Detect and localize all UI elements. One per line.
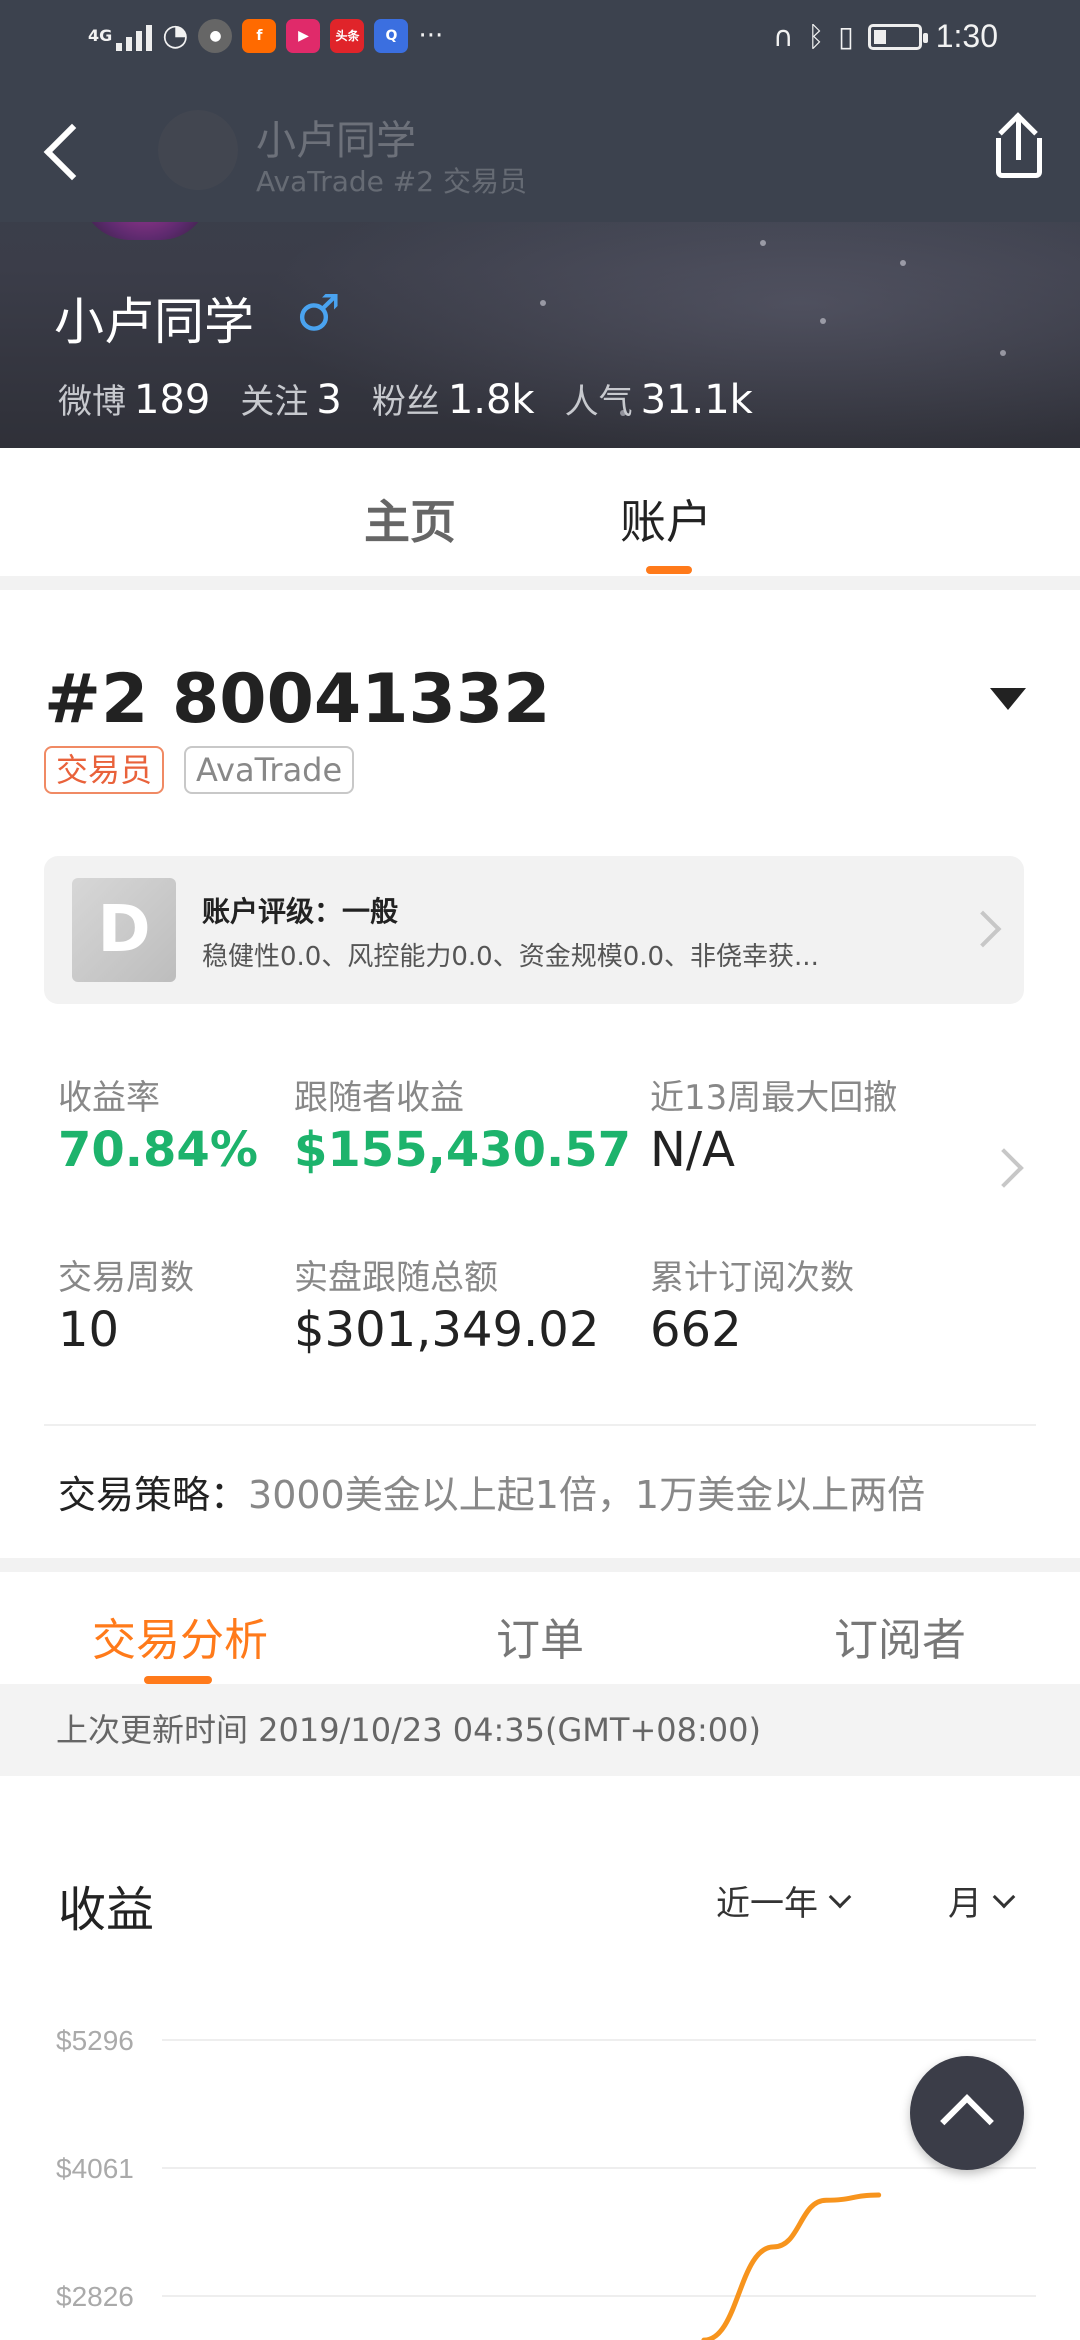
strategy-text: 3000美金以上起1倍，1万美金以上两倍 (248, 1473, 926, 1517)
browser-app-icon: ● (198, 18, 233, 53)
hero-star (900, 260, 906, 266)
metric-label-live-follow-total: 实盘跟随总额 (294, 1258, 498, 1298)
nav-title: 小卢同学 (256, 118, 416, 164)
hero-star (1000, 350, 1006, 356)
stat-value: 3 (316, 377, 342, 423)
role-tag: 交易员 (44, 746, 165, 794)
stat-value: 1.8k (447, 377, 535, 423)
profile-name: 小卢同学 (54, 293, 254, 351)
wifi-icon: ◔ (162, 18, 189, 53)
trading-strategy: 交易策略：3000美金以上起1倍，1万美金以上两倍 (58, 1464, 925, 1519)
tab-account[interactable]: 账户 (620, 486, 712, 552)
nav-avatar (158, 110, 238, 190)
status-right: ∩ ᛒ ▯ 1:30 (773, 18, 998, 55)
strategy-label: 交易策略： (58, 1473, 249, 1517)
broker-tag: AvaTrade (184, 746, 355, 794)
nav-subtitle: AvaTrade #2 交易员 (256, 165, 527, 198)
section-separator (0, 576, 1080, 590)
stat-label: 粉丝 (371, 382, 440, 422)
stat-value: 189 (134, 377, 211, 423)
unit-filter-label: 月 (948, 1884, 982, 1924)
tab-orders[interactable]: 订单 (496, 1604, 584, 1668)
earnings-chart: $5296 $4061 $2826 (56, 2025, 1036, 2340)
signal-icon (116, 21, 153, 51)
rating-description: 稳健性0.0、风控能力0.0、资金规模0.0、非侥幸获... (202, 942, 819, 972)
last-update-bar: 上次更新时间 2019/10/23 04:35(GMT+08:00) (0, 1684, 1080, 1776)
vibrate-icon: ▯ (838, 20, 854, 53)
earnings-series-line (701, 2192, 882, 2340)
hero-star (540, 300, 546, 306)
stat-fans[interactable]: 粉丝 1.8k (372, 374, 535, 423)
active-tab-indicator (144, 1676, 212, 1684)
metric-label-max-drawdown: 近13周最大回撤 (650, 1078, 898, 1118)
y-tick-label: $2826 (56, 2281, 134, 2312)
active-tab-indicator (646, 566, 692, 574)
metric-label-trade-weeks: 交易周数 (58, 1258, 194, 1298)
account-id: #2 80041332 (44, 660, 551, 739)
account-rating-card[interactable]: D 账户评级：一般 稳健性0.0、风控能力0.0、资金规模0.0、非侥幸获... (44, 856, 1024, 1004)
y-tick-label: $4061 (56, 2153, 134, 2184)
stat-label: 微博 (58, 382, 126, 422)
clock: 1:30 (935, 18, 998, 54)
chevron-right-icon[interactable] (984, 1148, 1024, 1188)
headphones-icon: ∩ (772, 20, 794, 53)
top-nav-bar: 4G ◔ ● f ▶ 头条 Q ··· ∩ ᛒ ▯ 1:30 小卢同学 AvaT… (0, 0, 1080, 222)
earnings-title: 收益 (58, 1882, 155, 1938)
stat-following[interactable]: 关注 3 (240, 374, 341, 423)
stat-popularity: 人气 31.1k (565, 374, 753, 423)
chevron-up-icon (940, 2094, 994, 2148)
account-metrics: 收益率 70.84% 跟随者收益 $155,430.57 近13周最大回撤 N/… (0, 1060, 1080, 1420)
network-type: 4G (88, 26, 113, 45)
status-bar: 4G ◔ ● f ▶ 头条 Q ··· ∩ ᛒ ▯ 1:30 (0, 0, 1080, 82)
unit-filter[interactable]: 月 (948, 1876, 1016, 1925)
profile-stats: 微博 189 关注 3 粉丝 1.8k 人气 31.1k (58, 374, 753, 423)
range-filter[interactable]: 近一年 (716, 1876, 852, 1925)
app-icon-orange: f (242, 18, 277, 53)
chevron-down-icon (992, 1885, 1016, 1908)
metric-label-subscriptions: 累计订阅次数 (650, 1258, 854, 1298)
section-separator (0, 1558, 1080, 1572)
chevron-down-icon (828, 1885, 852, 1908)
video-app-icon: ▶ (286, 18, 321, 53)
metric-value-live-follow-total: $301,349.02 (294, 1302, 600, 1358)
scroll-to-top-button[interactable] (910, 2056, 1024, 2170)
status-left: 4G ◔ ● f ▶ 头条 Q ··· (88, 18, 443, 53)
metric-label-return: 收益率 (58, 1078, 160, 1118)
analysis-tabs: 交易分析 订单 订阅者 (0, 1572, 1080, 1684)
range-filter-label: 近一年 (716, 1884, 818, 1924)
metric-value-return: 70.84% (58, 1122, 258, 1178)
profile-tabs: 主页 账户 (0, 448, 1080, 578)
stat-label: 人气 (564, 382, 633, 422)
hero-star (820, 318, 826, 324)
hero-star (760, 240, 766, 246)
metric-value-max-drawdown: N/A (650, 1122, 735, 1178)
metric-value-subscriptions: 662 (650, 1302, 742, 1358)
search-app-icon: Q (374, 18, 409, 53)
tab-subscribers[interactable]: 订阅者 (834, 1604, 966, 1668)
rating-grade-badge: D (72, 878, 176, 982)
bluetooth-icon: ᛒ (807, 20, 825, 53)
stat-label: 关注 (240, 382, 309, 422)
toutiao-app-icon: 头条 (330, 18, 365, 53)
chevron-right-icon (964, 910, 1002, 948)
divider (44, 1424, 1036, 1426)
metric-value-trade-weeks: 10 (58, 1302, 120, 1358)
back-arrow-icon[interactable] (34, 118, 94, 188)
stat-weibo[interactable]: 微博 189 (58, 374, 210, 423)
gender-male-icon: ♂ (296, 284, 341, 342)
rating-title: 账户评级：一般 (202, 895, 399, 928)
more-notifications-icon: ··· (418, 20, 444, 51)
tab-trade-analysis[interactable]: 交易分析 (92, 1604, 268, 1668)
tab-home[interactable]: 主页 (364, 486, 456, 552)
account-dropdown-icon[interactable] (990, 688, 1026, 710)
metric-label-follower-profit: 跟随者收益 (294, 1078, 464, 1118)
battery-icon (867, 23, 928, 50)
metric-value-follower-profit: $155,430.57 (294, 1122, 632, 1178)
share-icon[interactable] (990, 112, 1050, 184)
y-tick-label: $5296 (56, 2025, 134, 2056)
stat-value: 31.1k (640, 377, 753, 423)
